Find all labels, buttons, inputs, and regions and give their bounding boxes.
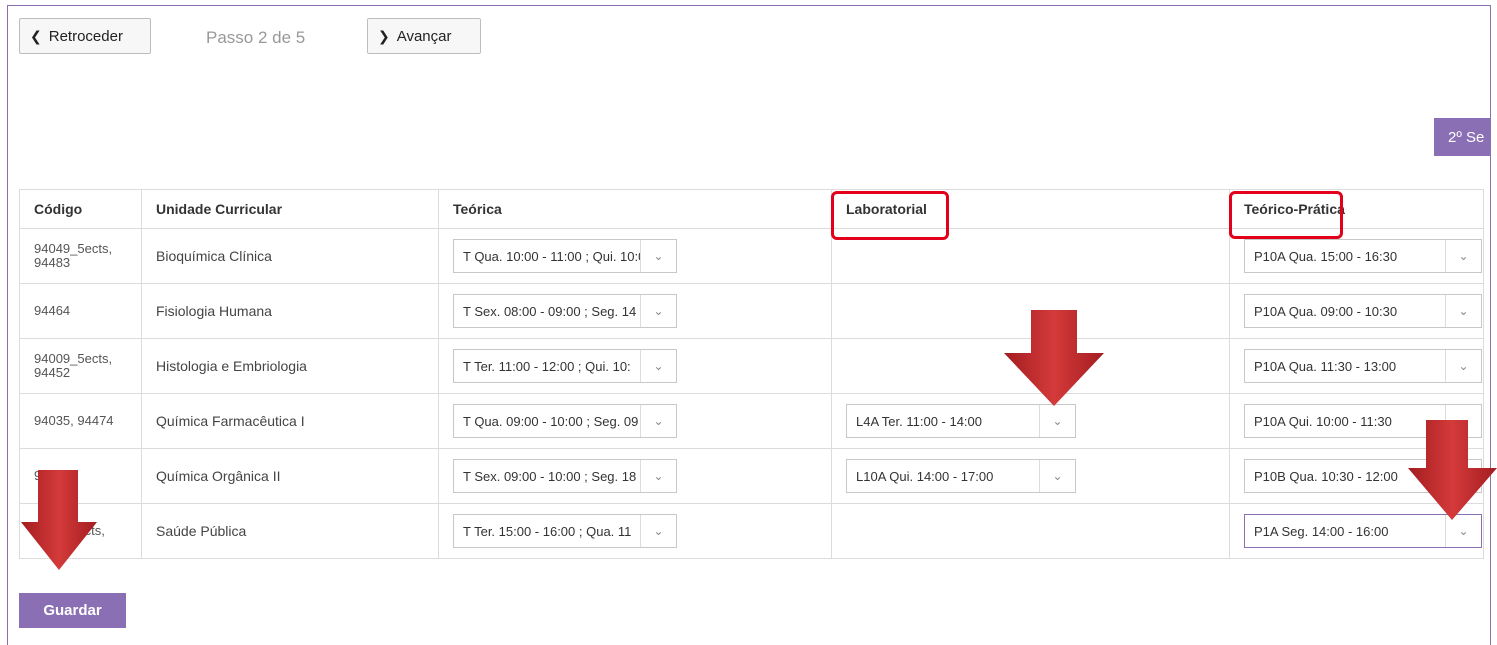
laboratory-cell (831, 228, 1230, 284)
course-name: Química Orgânica II (141, 448, 439, 504)
table-row: 94049_5ects, 94483 Bioquímica Clínica T … (19, 228, 1484, 284)
theoretical-value: T Ter. 11:00 - 12:00 ; Qui. 10: (463, 358, 631, 374)
schedule-table: Código Unidade Curricular Teórica Labora… (19, 189, 1484, 559)
header-theoretical: Teórica (438, 189, 832, 229)
theory-practice-value: P10A Qua. 11:30 - 13:00 (1254, 358, 1397, 374)
course-name: Química Farmacêutica I (141, 393, 439, 449)
chevron-down-icon[interactable]: ⌄ (1445, 240, 1481, 272)
next-button[interactable]: ❯ Avançar (367, 18, 481, 54)
course-code: 94049_5ects, 94483 (34, 241, 113, 270)
next-button-label: Avançar (396, 27, 452, 45)
table-row: 94464 Fisiologia Humana T Sex. 08:00 - 0… (19, 283, 1484, 339)
theory-practice-select[interactable]: P10A Qua. 09:00 - 10:30 ⌄ (1244, 294, 1482, 328)
back-button[interactable]: ❮ Retroceder (19, 18, 151, 54)
chevron-down-icon[interactable]: ⌄ (1039, 460, 1075, 492)
laboratory-cell (831, 338, 1230, 394)
table-row: 94009_5ects, 94452 Histologia e Embriolo… (19, 338, 1484, 394)
table-row: 94___4ects, Saúde Pública T Ter. 15:00 -… (19, 503, 1484, 559)
table-row: 94469 Química Orgânica II T Sex. 09:00 -… (19, 448, 1484, 504)
course-code: 94464 (34, 303, 71, 318)
theory-practice-value: P1A Seg. 14:00 - 16:00 (1254, 523, 1389, 539)
chevron-down-icon[interactable]: ⌄ (640, 350, 676, 382)
chevron-down-icon[interactable]: ⌄ (1445, 295, 1481, 327)
theoretical-select[interactable]: T Qua. 10:00 - 11:00 ; Qui. 10:00 ⌄ (453, 239, 677, 273)
laboratory-value: L4A Ter. 11:00 - 14:00 (856, 413, 983, 429)
save-button[interactable]: Guardar (19, 593, 126, 628)
chevron-down-icon[interactable]: ⌄ (1445, 515, 1481, 547)
theoretical-select[interactable]: T Sex. 09:00 - 10:00 ; Seg. 18 ⌄ (453, 459, 677, 493)
course-code: 94035, 94474 (34, 413, 114, 428)
header-unit: Unidade Curricular (141, 189, 439, 229)
laboratory-select[interactable]: L10A Qui. 14:00 - 17:00 ⌄ (846, 459, 1076, 493)
theoretical-value: T Qua. 10:00 - 11:00 ; Qui. 10:00 (463, 248, 640, 264)
theoretical-value: T Ter. 15:00 - 16:00 ; Qua. 11 (463, 523, 632, 539)
chevron-down-icon[interactable]: ⌄ (640, 405, 676, 437)
header-theory-practice: Teórico-Prática (1229, 189, 1484, 229)
theory-practice-value: P10A Qua. 09:00 - 10:30 (1254, 303, 1398, 319)
theoretical-select[interactable]: T Ter. 15:00 - 16:00 ; Qua. 11 ⌄ (453, 514, 677, 548)
theoretical-value: T Qua. 09:00 - 10:00 ; Seg. 09 (463, 413, 639, 429)
header-laboratory: Laboratorial (831, 189, 1230, 229)
chevron-down-icon[interactable]: ⌄ (640, 515, 676, 547)
chevron-down-icon[interactable]: ⌄ (640, 295, 676, 327)
course-name: Bioquímica Clínica (141, 228, 439, 284)
chevron-down-icon[interactable]: ⌄ (1445, 405, 1481, 437)
course-code: 94009_5ects, 94452 (34, 351, 113, 380)
theoretical-value: T Sex. 08:00 - 09:00 ; Seg. 14 (463, 303, 637, 319)
course-code: 94469 (34, 468, 71, 483)
theoretical-value: T Sex. 09:00 - 10:00 ; Seg. 18 (463, 468, 637, 484)
theory-practice-value: P10A Qui. 10:00 - 11:30 (1254, 413, 1392, 429)
theory-practice-value: P10B Qua. 10:30 - 12:00 (1254, 468, 1398, 484)
table-header-row: Código Unidade Curricular Teórica Labora… (19, 189, 1484, 229)
header-code: Código (19, 189, 142, 229)
theory-practice-select[interactable]: P10A Qua. 11:30 - 13:00 ⌄ (1244, 349, 1482, 383)
course-code: 94___4ects, (34, 523, 105, 538)
laboratory-cell (831, 503, 1230, 559)
laboratory-select[interactable]: L4A Ter. 11:00 - 14:00 ⌄ (846, 404, 1076, 438)
theory-practice-select[interactable]: P10A Qui. 10:00 - 11:30 ⌄ (1244, 404, 1482, 438)
theory-practice-select[interactable]: P10B Qua. 10:30 - 12:00 ⌄ (1244, 459, 1482, 493)
theory-practice-select[interactable]: P1A Seg. 14:00 - 16:00 ⌄ (1244, 514, 1482, 548)
chevron-left-icon: ❮ (30, 27, 42, 44)
chevron-down-icon[interactable]: ⌄ (640, 460, 676, 492)
theoretical-select[interactable]: T Qua. 09:00 - 10:00 ; Seg. 09 ⌄ (453, 404, 677, 438)
theory-practice-select[interactable]: P10A Qua. 15:00 - 16:30 ⌄ (1244, 239, 1482, 273)
theoretical-select[interactable]: T Ter. 11:00 - 12:00 ; Qui. 10: ⌄ (453, 349, 677, 383)
table-row: 94035, 94474 Química Farmacêutica I T Qu… (19, 393, 1484, 449)
semester-tab[interactable]: 2º Se (1434, 118, 1490, 156)
course-name: Saúde Pública (141, 503, 439, 559)
step-indicator: Passo 2 de 5 (206, 28, 306, 47)
theoretical-select[interactable]: T Sex. 08:00 - 09:00 ; Seg. 14 ⌄ (453, 294, 677, 328)
course-name: Histologia e Embriologia (141, 338, 439, 394)
theory-practice-value: P10A Qua. 15:00 - 16:30 (1254, 248, 1398, 264)
laboratory-value: L10A Qui. 14:00 - 17:00 (856, 468, 994, 484)
chevron-right-icon: ❯ (378, 27, 390, 44)
chevron-down-icon[interactable]: ⌄ (1445, 350, 1481, 382)
course-name: Fisiologia Humana (141, 283, 439, 339)
chevron-down-icon[interactable]: ⌄ (1039, 405, 1075, 437)
chevron-down-icon[interactable]: ⌄ (640, 240, 676, 272)
laboratory-cell (831, 283, 1230, 339)
back-button-label: Retroceder (48, 27, 123, 45)
chevron-down-icon[interactable]: ⌄ (1445, 460, 1481, 492)
